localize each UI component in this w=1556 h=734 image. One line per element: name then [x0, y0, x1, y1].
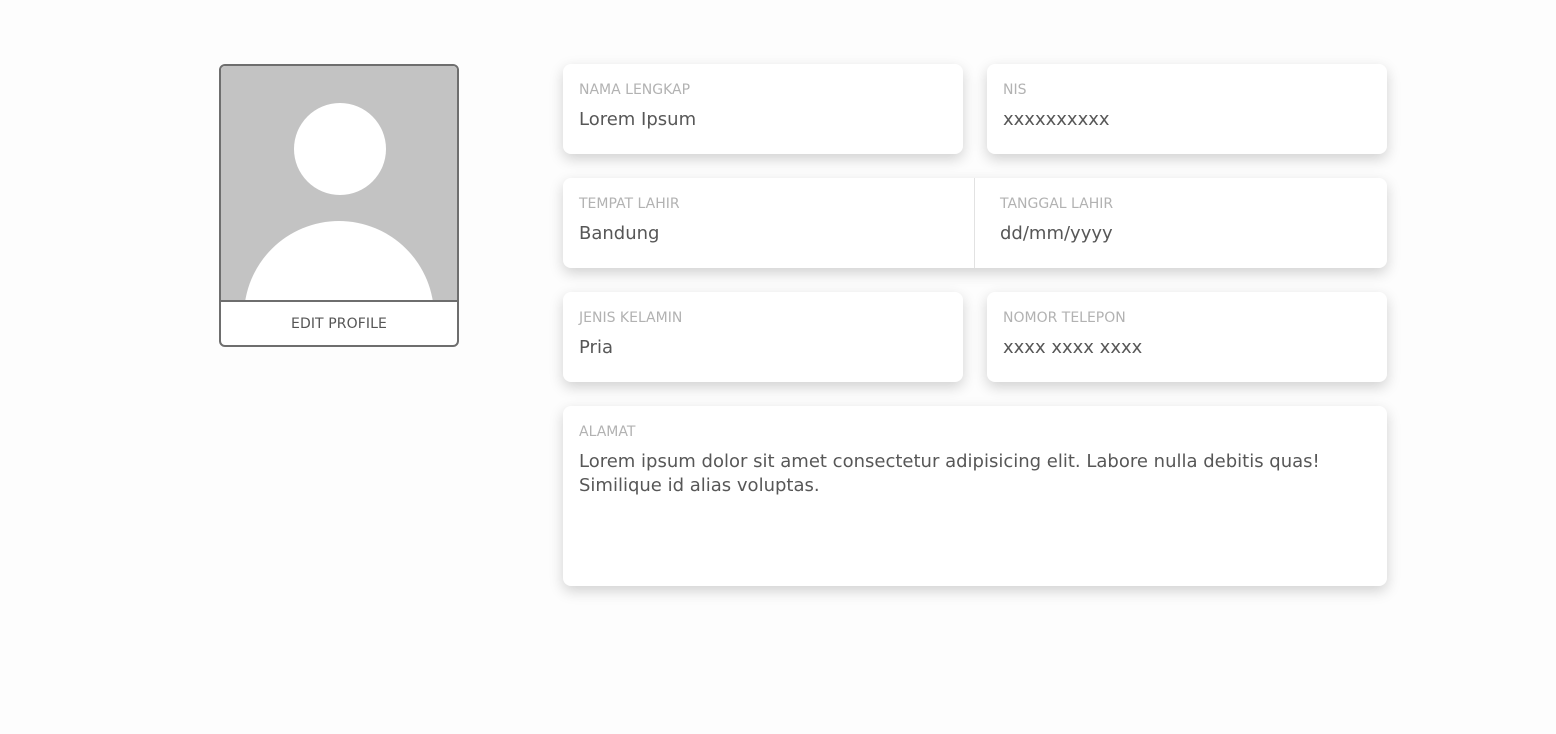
- field-label: TANGGAL LAHIR: [1000, 196, 1114, 212]
- field-alamat: ALAMAT Lorem ipsum dolor sit amet consec…: [563, 406, 1387, 586]
- field-value: Lorem ipsum dolor sit amet consectetur a…: [579, 451, 1320, 496]
- field-label: NAMA LENGKAP: [579, 82, 691, 98]
- field-nama-lengkap: NAMA LENGKAP Lorem Ipsum: [563, 64, 963, 154]
- field-label: NIS: [1003, 82, 1027, 98]
- field-nomor-telepon: NOMOR TELEPON xxxx xxxx xxxx: [987, 292, 1387, 382]
- avatar: [221, 66, 457, 302]
- edit-profile-button[interactable]: EDIT PROFILE: [221, 302, 457, 345]
- field-tempat-lahir: TEMPAT LAHIR Bandung: [563, 178, 975, 268]
- avatar-body: [244, 221, 434, 300]
- field-label: ALAMAT: [579, 424, 636, 440]
- field-label: JENIS KELAMIN: [579, 310, 683, 326]
- field-value: Lorem Ipsum: [579, 109, 697, 130]
- field-birth-info: TEMPAT LAHIR Bandung TANGGAL LAHIR dd/mm…: [563, 178, 1387, 268]
- field-tanggal-lahir: TANGGAL LAHIR dd/mm/yyyy: [975, 178, 1387, 268]
- field-jenis-kelamin: JENIS KELAMIN Pria: [563, 292, 963, 382]
- field-value: dd/mm/yyyy: [1000, 223, 1113, 244]
- profile-card: EDIT PROFILE: [219, 64, 459, 347]
- field-label: TEMPAT LAHIR: [579, 196, 680, 212]
- avatar-head: [294, 103, 386, 195]
- field-value: xxxx xxxx xxxx: [1003, 337, 1143, 358]
- field-nis: NIS xxxxxxxxxx: [987, 64, 1387, 154]
- field-label: NOMOR TELEPON: [1003, 310, 1126, 326]
- field-value: xxxxxxxxxx: [1003, 109, 1110, 130]
- field-value: Pria: [579, 337, 613, 358]
- field-value: Bandung: [579, 223, 660, 244]
